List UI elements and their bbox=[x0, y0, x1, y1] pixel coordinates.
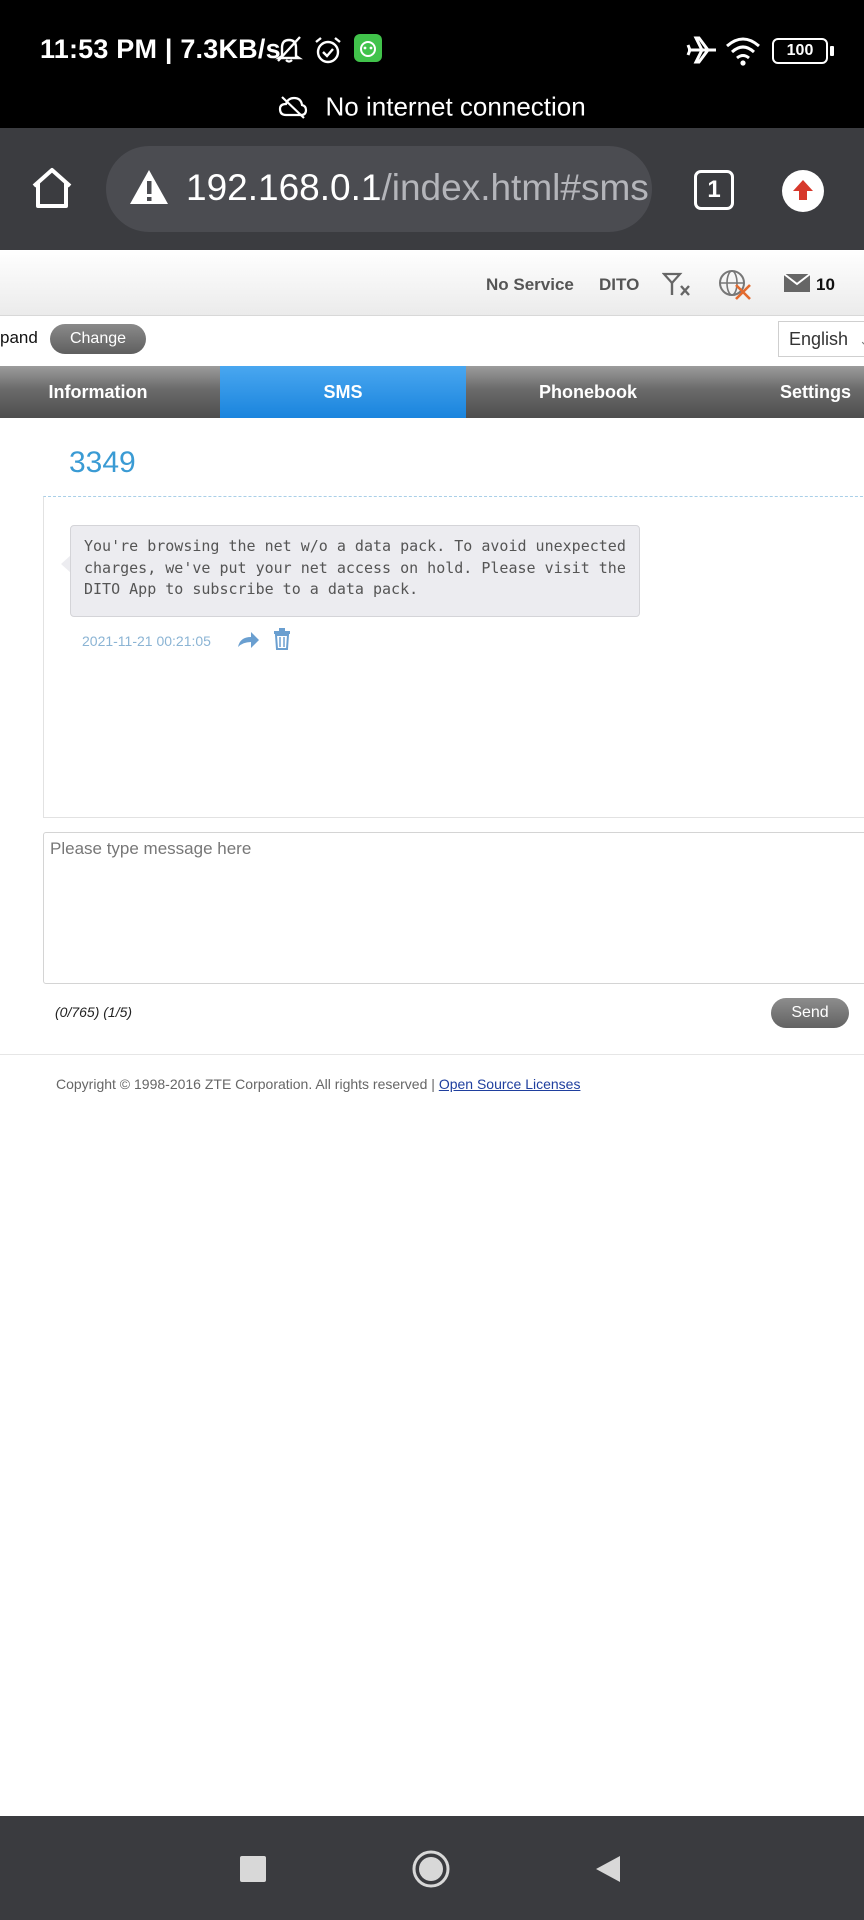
cloud-off-icon bbox=[279, 96, 308, 119]
bell-off-icon bbox=[275, 36, 303, 63]
signal-off-icon bbox=[662, 272, 690, 296]
tab-count: 1 bbox=[707, 176, 721, 203]
router-status-row: No Service DITO 10 bbox=[0, 250, 864, 316]
envelope-icon[interactable] bbox=[783, 273, 811, 293]
conversation-panel: You're browsing the net w/o a data pack.… bbox=[43, 496, 864, 818]
tab-phonebook[interactable]: Phonebook bbox=[466, 366, 710, 418]
change-button[interactable]: Change bbox=[50, 324, 146, 354]
battery-tip bbox=[830, 46, 834, 56]
clock: 11:53 PM bbox=[40, 34, 158, 64]
send-button[interactable]: Send bbox=[771, 998, 849, 1028]
chevron-down-icon: ⌄ bbox=[859, 333, 864, 348]
globe-disconnected-icon bbox=[719, 270, 751, 300]
alarm-icon bbox=[315, 37, 341, 64]
tab-settings[interactable]: Settings bbox=[780, 366, 864, 418]
network-speed: 7.3KB/s bbox=[180, 34, 281, 64]
url-text[interactable]: 192.168.0.1/index.html#sms bbox=[186, 167, 649, 209]
status-bar: 11:53 PM | 7.3KB/s 100 No internet conne… bbox=[0, 0, 864, 128]
forward-icon[interactable] bbox=[236, 631, 260, 649]
battery-icon: 100 bbox=[772, 38, 828, 64]
network-message: No internet connection bbox=[325, 91, 586, 122]
update-button[interactable] bbox=[782, 170, 824, 212]
separator: | bbox=[164, 34, 181, 64]
home-nav-button[interactable] bbox=[411, 1849, 451, 1889]
wifi-icon bbox=[726, 37, 760, 66]
page-footer: Copyright © 1998-2016 ZTE Corporation. A… bbox=[56, 1076, 580, 1092]
back-button[interactable] bbox=[594, 1854, 622, 1884]
upload-arrow-icon bbox=[793, 180, 813, 200]
character-counter: (0/765) (1/5) bbox=[55, 1004, 133, 1020]
tab-sms[interactable]: SMS bbox=[220, 366, 466, 418]
language-value: English bbox=[789, 329, 849, 349]
app-icon bbox=[354, 34, 382, 62]
carrier-name: DITO bbox=[599, 275, 640, 294]
message-input[interactable]: Please type message here bbox=[43, 832, 864, 984]
airplane-icon bbox=[686, 36, 716, 64]
battery-level: 100 bbox=[786, 42, 814, 59]
message-date: 2021-11-21 00:21:05 bbox=[82, 633, 211, 649]
url-host: 192.168.0.1 bbox=[186, 167, 382, 208]
url-path: /index.html#sms bbox=[381, 167, 649, 208]
open-source-licenses-link[interactable]: Open Source Licenses bbox=[439, 1076, 581, 1092]
network-status: No internet connection bbox=[0, 90, 864, 123]
recents-button[interactable] bbox=[240, 1856, 266, 1882]
language-select[interactable]: English ⌄ bbox=[778, 321, 864, 357]
message-bubble: You're browsing the net w/o a data pack.… bbox=[70, 525, 640, 617]
tab-information[interactable]: Information bbox=[0, 366, 196, 418]
router-web-page: No Service DITO 10 pand Change English ⌄… bbox=[0, 250, 864, 1816]
warning-icon[interactable] bbox=[128, 168, 170, 206]
conversation-contact: 3349 bbox=[69, 446, 136, 479]
browser-toolbar: 192.168.0.1/index.html#sms 1 bbox=[0, 128, 864, 250]
address-bar[interactable]: 192.168.0.1/index.html#sms bbox=[106, 146, 652, 232]
tab-switcher-button[interactable]: 1 bbox=[694, 170, 734, 210]
trash-icon[interactable] bbox=[273, 628, 291, 650]
footer-divider bbox=[0, 1054, 864, 1055]
home-icon[interactable] bbox=[28, 164, 76, 212]
main-tabs: Information SMS Phonebook Settings bbox=[0, 366, 864, 418]
settings-row: pand Change English ⌄ bbox=[0, 316, 864, 368]
service-status: No Service bbox=[486, 275, 574, 294]
copyright-text: Copyright © 1998-2016 ZTE Corporation. A… bbox=[56, 1076, 435, 1092]
message-count: 10 bbox=[816, 275, 835, 294]
band-label: pand bbox=[0, 328, 38, 347]
status-time-and-speed: 11:53 PM | 7.3KB/s bbox=[40, 34, 281, 65]
message-placeholder: Please type message here bbox=[50, 839, 252, 858]
navigation-bar bbox=[0, 1816, 864, 1920]
